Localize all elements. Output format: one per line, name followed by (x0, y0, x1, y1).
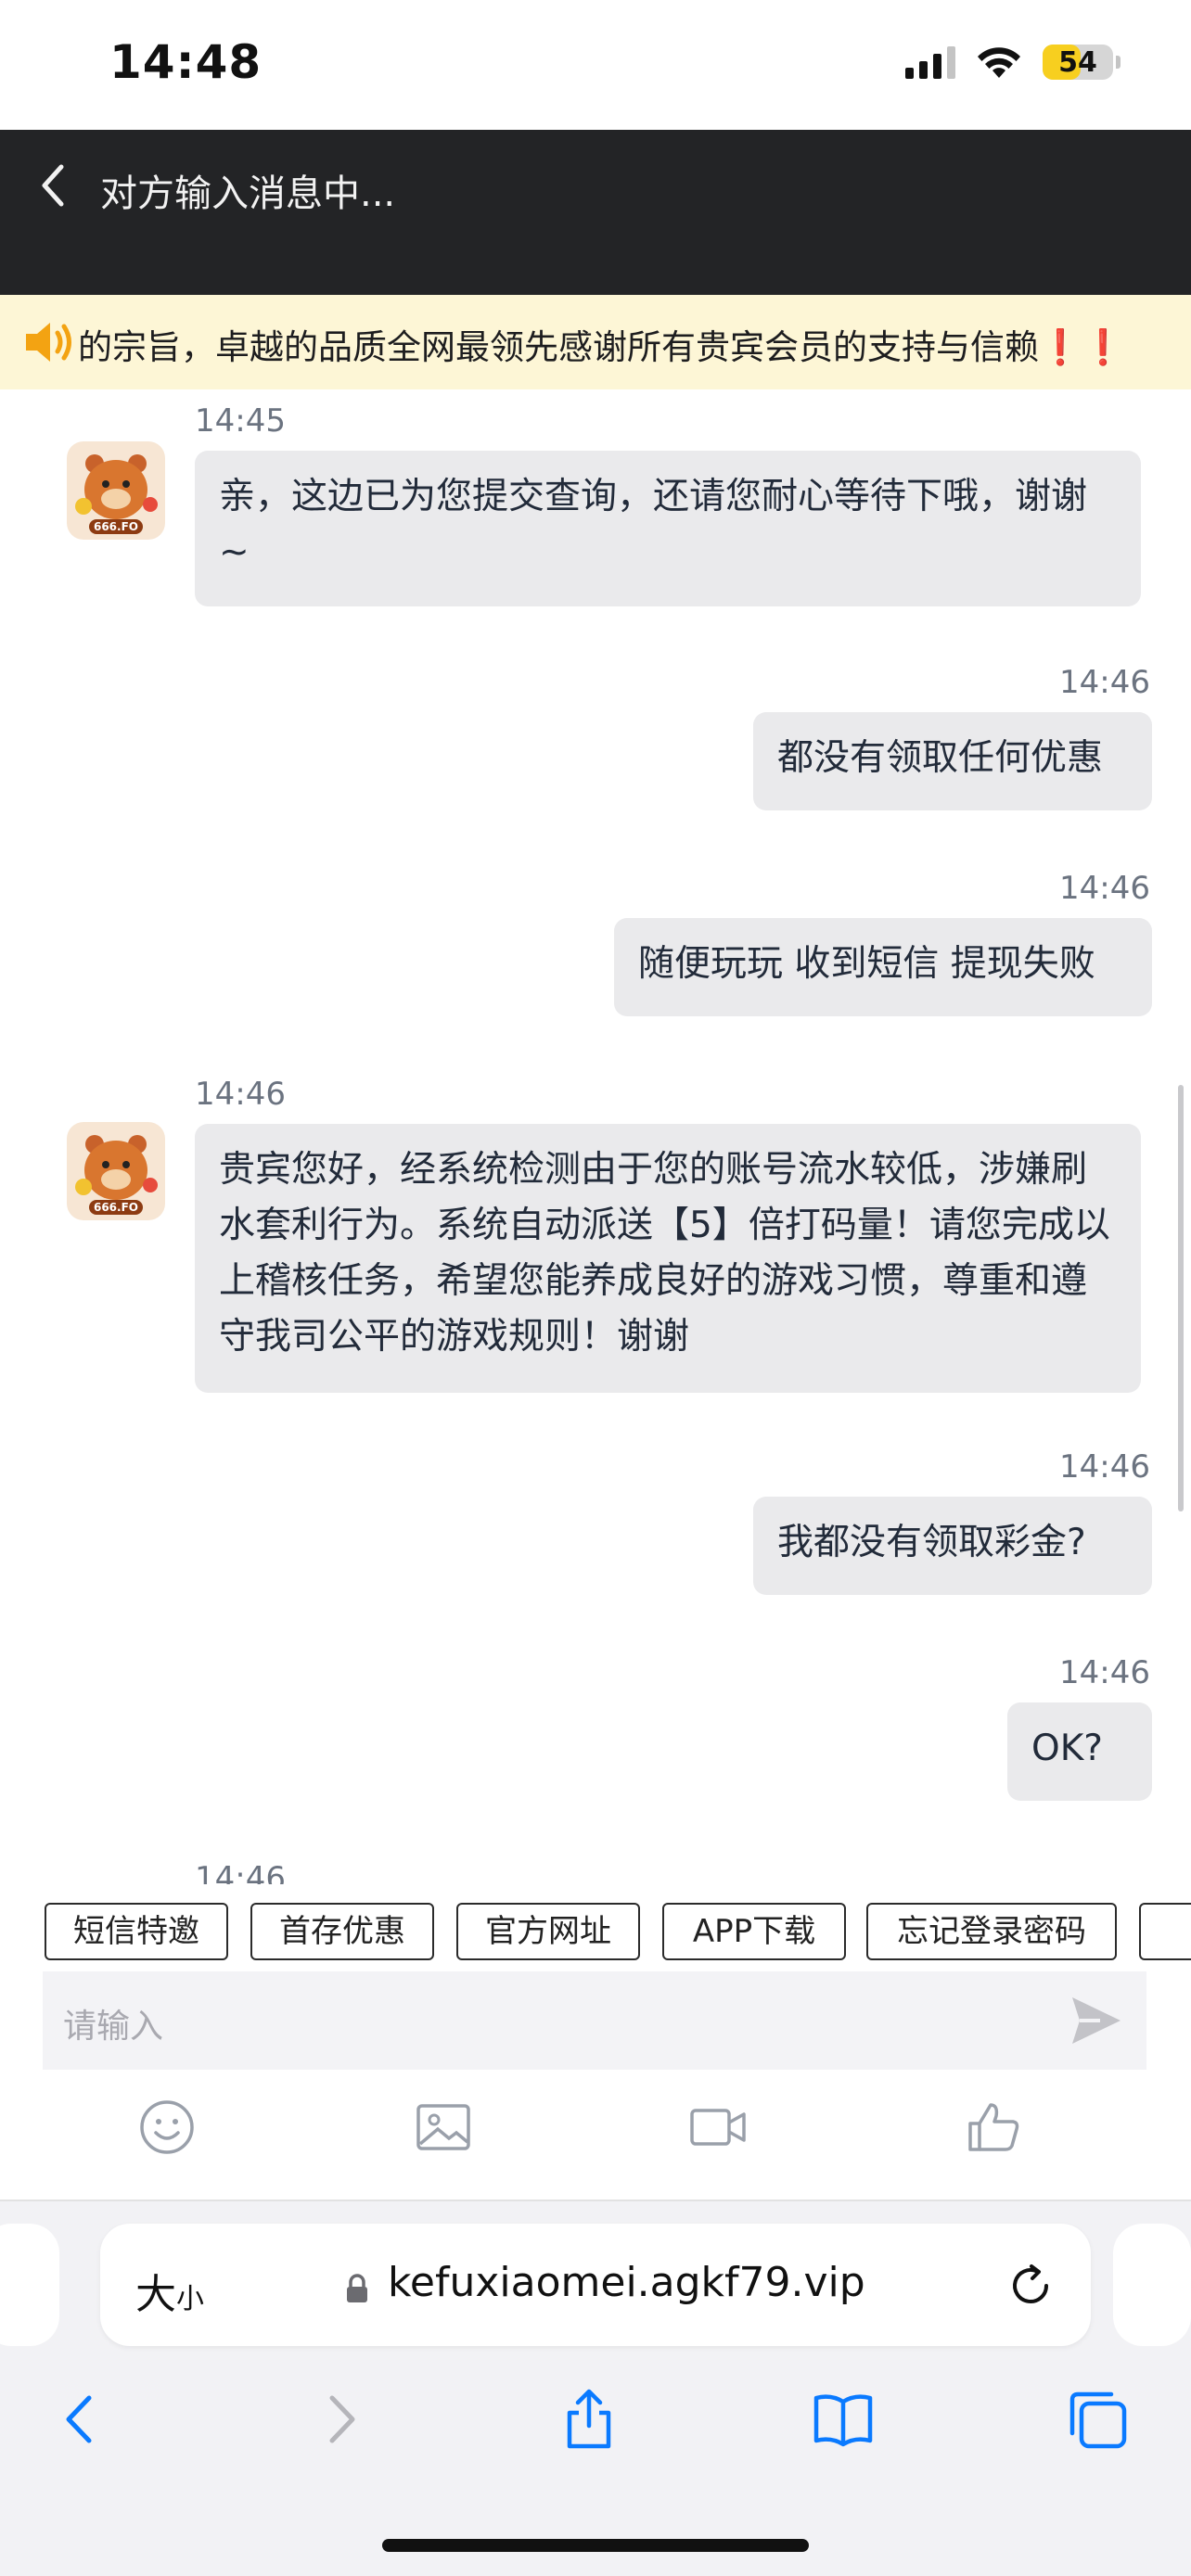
speaker-icon (26, 323, 71, 362)
avatar-label: 666.FO (93, 1201, 138, 1214)
agent-avatar: 666.FO (67, 1122, 165, 1220)
notice-message: 的宗旨，卓越的品质全网最领先感谢所有贵宾会员的支持与信赖 (78, 327, 1039, 367)
notice-exclamation-marks: ❗❗ (1039, 327, 1125, 367)
send-icon[interactable] (1069, 1994, 1124, 2047)
battery-icon: 54 (1043, 45, 1121, 80)
status-icons: 54 (905, 45, 1121, 80)
page-settings-button[interactable]: 大小 (135, 2261, 204, 2320)
chat-message-list[interactable]: 14:45 666.FO 亲，这边已为您提交查询，还请您耐心等待下哦，谢谢~ 1… (0, 389, 1191, 1884)
message-timestamp: 14:46 (1059, 1448, 1150, 1486)
message-timestamp: 14:46 (1059, 1654, 1150, 1691)
reload-icon[interactable] (1005, 2261, 1056, 2311)
bookmarks-icon[interactable] (811, 2387, 876, 2452)
next-tab-card[interactable] (1113, 2224, 1191, 2346)
quick-tag-official-site[interactable]: 官方网址 (456, 1903, 640, 1960)
share-icon[interactable] (557, 2387, 621, 2452)
sent-message-bubble: 随便玩玩 收到短信 提现失败 (614, 918, 1152, 1016)
message-timestamp: 14:46 (195, 1860, 286, 1884)
quick-tag-overflow[interactable] (1139, 1903, 1191, 1960)
wifi-icon (978, 47, 1020, 78)
avatar-label: 666.FO (93, 520, 138, 533)
status-bar: 14:48 54 (0, 0, 1191, 130)
url-text: kefuxiaomei.agkf79.vip (388, 2259, 865, 2306)
video-icon[interactable] (688, 2098, 748, 2157)
status-time: 14:48 (109, 35, 263, 89)
quick-tag-sms-invite[interactable]: 短信特邀 (45, 1903, 228, 1960)
sent-message-bubble: OK? (1007, 1702, 1152, 1801)
image-icon[interactable] (414, 2098, 473, 2157)
browser-forward-icon[interactable] (308, 2387, 373, 2452)
message-timestamp: 14:45 (195, 402, 286, 440)
home-indicator (382, 2539, 809, 2552)
cellular-signal-icon (905, 45, 955, 79)
message-timestamp: 14:46 (1059, 664, 1150, 701)
notice-bar: 的宗旨，卓越的品质全网最领先感谢所有贵宾会员的支持与信赖❗❗ (0, 295, 1191, 389)
received-message-bubble: 亲，这边已为您提交查询，还请您耐心等待下哦，谢谢~ (195, 451, 1141, 606)
quick-reply-tags: 短信特邀 首存优惠 官方网址 APP下载 忘记登录密码 (0, 1884, 1191, 1966)
message-timestamp: 14:46 (195, 1076, 286, 1113)
safari-bottom-bar: 大小 kefuxiaomei.agkf79.vip (0, 2201, 1191, 2576)
header-title: 对方输入消息中... (100, 172, 396, 215)
message-timestamp: 14:46 (1059, 870, 1150, 907)
message-input[interactable]: 请输入 (43, 1971, 1146, 2070)
thumbs-up-icon[interactable] (965, 2098, 1024, 2157)
sent-message-bubble: 我都没有领取彩金? (753, 1497, 1152, 1595)
agent-avatar: 666.FO (67, 441, 165, 540)
emoji-icon[interactable] (137, 2098, 197, 2157)
lock-icon (347, 2274, 367, 2302)
input-placeholder: 请输入 (63, 2008, 164, 2046)
quick-tag-forgot-password[interactable]: 忘记登录密码 (866, 1903, 1117, 1960)
chat-header: 对方输入消息中... (0, 130, 1191, 295)
chat-scrollbar[interactable] (1178, 1085, 1184, 1511)
battery-percentage: 54 (1058, 46, 1097, 79)
quick-tag-first-deposit[interactable]: 首存优惠 (250, 1903, 434, 1960)
back-chevron-icon[interactable] (32, 158, 78, 213)
previous-tab-card[interactable] (0, 2224, 59, 2346)
browser-back-icon[interactable] (48, 2387, 113, 2452)
received-message-bubble: 贵宾您好，经系统检测由于您的账号流水较低，涉嫌刷水套利行为。系统自动派送【5】倍… (195, 1124, 1141, 1393)
tabs-icon[interactable] (1065, 2387, 1130, 2452)
address-bar[interactable]: 大小 kefuxiaomei.agkf79.vip (100, 2224, 1091, 2346)
quick-tag-app-download[interactable]: APP下载 (662, 1903, 846, 1960)
sent-message-bubble: 都没有领取任何优惠 (753, 712, 1152, 810)
notice-marquee-text: 的宗旨，卓越的品质全网最领先感谢所有贵宾会员的支持与信赖❗❗ (78, 319, 1124, 369)
